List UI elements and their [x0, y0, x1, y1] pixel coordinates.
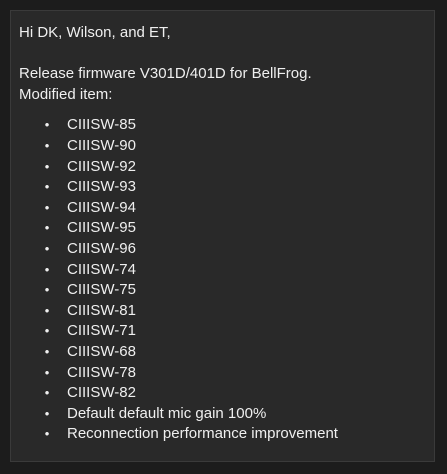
- list-item-text: CIIISW-71: [67, 322, 136, 340]
- bullet-icon: •: [44, 405, 50, 421]
- bullet-icon: •: [44, 240, 50, 256]
- list-item-text: CIIISW-95: [67, 219, 136, 237]
- bullet-icon: •: [44, 158, 50, 174]
- modified-item-label: Modified item:: [19, 85, 113, 103]
- list-item: • CIIISW-94: [19, 198, 426, 219]
- list-item: • CIIISW-93: [19, 177, 426, 198]
- bullet-icon: •: [44, 261, 50, 277]
- list-item: • CIIISW-82: [19, 383, 426, 404]
- bullet-icon: •: [44, 385, 50, 401]
- bullet-icon: •: [44, 364, 50, 380]
- list-item-text: CIIISW-68: [67, 342, 136, 360]
- list-item-text: CIIISW-90: [67, 136, 136, 154]
- bullet-icon: •: [44, 137, 50, 153]
- list-item: • CIIISW-81: [19, 301, 426, 322]
- greeting-text: Hi DK, Wilson, and ET,: [19, 24, 171, 41]
- list-item: • CIIISW-78: [19, 363, 426, 384]
- list-item: • Reconnection performance improvement: [19, 424, 426, 445]
- list-item-text: CIIISW-75: [67, 281, 136, 299]
- bullet-icon: •: [44, 302, 50, 318]
- list-item-text: CIIISW-96: [67, 239, 136, 257]
- list-item: • CIIISW-92: [19, 157, 426, 178]
- list-item: • Default default mic gain 100%: [19, 404, 426, 425]
- list-item-text: CIIISW-74: [67, 260, 136, 278]
- list-item: • CIIISW-74: [19, 260, 426, 281]
- list-item: • CIIISW-75: [19, 280, 426, 301]
- list-item: • CIIISW-68: [19, 342, 426, 363]
- list-item-text: CIIISW-93: [67, 178, 136, 196]
- list-item: • CIIISW-96: [19, 239, 426, 260]
- list-item-text: Default default mic gain 100%: [67, 404, 267, 422]
- bullet-icon: •: [44, 323, 50, 339]
- list-item: • CIIISW-95: [19, 218, 426, 239]
- release-text: Release firmware V301D/401D for BellFrog…: [19, 65, 312, 83]
- bullet-icon: •: [44, 426, 50, 442]
- list-item-text: CIIISW-82: [67, 384, 136, 402]
- list-item-text: CIIISW-78: [67, 363, 136, 381]
- bullet-icon: •: [44, 220, 50, 236]
- bullet-icon: •: [44, 282, 50, 298]
- bullet-icon: •: [44, 343, 50, 359]
- modified-items-list: • CIIISW-85 • CIIISW-90 • CIIISW-92 • CIIISW-93…: [19, 115, 426, 445]
- list-item-text: CIIISW-81: [67, 301, 136, 319]
- message-body: Hi DK, Wilson, and ET, Release firmware …: [10, 10, 435, 462]
- bullet-icon: •: [44, 179, 50, 195]
- bullet-icon: •: [44, 199, 50, 215]
- list-item: • CIIISW-71: [19, 321, 426, 342]
- list-item-text: Reconnection performance improvement: [67, 425, 338, 443]
- list-item-text: CIIISW-94: [67, 198, 136, 216]
- bullet-icon: •: [44, 117, 50, 133]
- list-item-text: CIIISW-85: [67, 116, 136, 134]
- list-item: • CIIISW-90: [19, 136, 426, 157]
- list-item: • CIIISW-85: [19, 115, 426, 136]
- list-item-text: CIIISW-92: [67, 157, 136, 175]
